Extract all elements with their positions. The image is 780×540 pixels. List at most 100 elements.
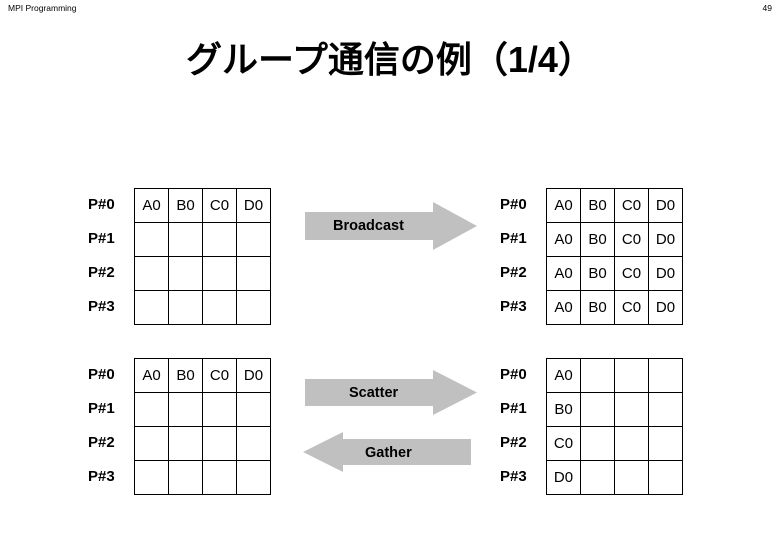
process-label: P#0 (88, 366, 115, 383)
process-label: P#2 (500, 434, 527, 451)
data-cell (615, 461, 649, 495)
data-cell: B0 (169, 359, 203, 393)
data-cell (237, 291, 271, 325)
data-cell (581, 359, 615, 393)
broadcast-arrow: Broadcast (305, 202, 477, 250)
data-cell: B0 (581, 189, 615, 223)
data-grid: A0 B0 C0 D0 (546, 358, 683, 495)
data-cell: B0 (169, 189, 203, 223)
table-row (135, 461, 271, 495)
data-cell (649, 393, 683, 427)
data-cell (649, 359, 683, 393)
data-cell: D0 (649, 291, 683, 325)
scatter-arrow-label: Scatter (349, 385, 399, 401)
header-course-title: MPI Programming (8, 3, 77, 13)
data-cell: A0 (547, 291, 581, 325)
data-cell (169, 461, 203, 495)
data-cell (237, 223, 271, 257)
table-row: B0 (547, 393, 683, 427)
data-cell: A0 (135, 189, 169, 223)
data-cell (581, 393, 615, 427)
data-cell: C0 (547, 427, 581, 461)
data-cell: C0 (203, 189, 237, 223)
table-row: A0 B0 C0 D0 (135, 359, 271, 393)
data-cell (135, 257, 169, 291)
data-cell: D0 (237, 359, 271, 393)
table-row (135, 223, 271, 257)
data-cell (237, 393, 271, 427)
data-cell: D0 (649, 257, 683, 291)
table-row (135, 291, 271, 325)
data-cell: A0 (547, 189, 581, 223)
table-row: A0 B0 C0 D0 (547, 223, 683, 257)
process-label: P#1 (500, 400, 527, 417)
table-row: A0 B0 C0 D0 (547, 257, 683, 291)
scatter-result-table: P#0 P#1 P#2 P#3 A0 B0 C0 D0 (500, 358, 683, 495)
data-cell (237, 461, 271, 495)
scatter-result-process-labels: P#0 P#1 P#2 P#3 (500, 358, 546, 494)
process-label: P#3 (88, 468, 115, 485)
process-label: P#3 (88, 298, 115, 315)
broadcast-source-process-labels: P#0 P#1 P#2 P#3 (88, 188, 134, 324)
data-cell: A0 (135, 359, 169, 393)
data-cell (169, 291, 203, 325)
data-cell: C0 (615, 291, 649, 325)
data-grid: A0 B0 C0 D0 (134, 358, 271, 495)
table-row: A0 B0 C0 D0 (547, 189, 683, 223)
data-cell (203, 257, 237, 291)
data-cell: D0 (649, 223, 683, 257)
process-label: P#0 (500, 366, 527, 383)
data-cell (203, 461, 237, 495)
process-label: P#2 (88, 434, 115, 451)
table-row: A0 B0 C0 D0 (135, 189, 271, 223)
process-label: P#1 (500, 230, 527, 247)
broadcast-result-table: P#0 P#1 P#2 P#3 A0 B0 C0 D0 A0 B0 C0 D0 … (500, 188, 683, 325)
data-cell: C0 (615, 189, 649, 223)
process-label: P#1 (88, 400, 115, 417)
data-cell (649, 461, 683, 495)
page-title: グループ通信の例（1/4） (186, 39, 594, 80)
process-label: P#3 (500, 298, 527, 315)
header-divider (0, 19, 780, 20)
data-cell (203, 393, 237, 427)
table-row (135, 257, 271, 291)
gather-arrow: Gather (303, 432, 471, 472)
data-cell (581, 461, 615, 495)
broadcast-result-process-labels: P#0 P#1 P#2 P#3 (500, 188, 546, 324)
data-cell (615, 359, 649, 393)
data-cell (135, 223, 169, 257)
process-label: P#1 (88, 230, 115, 247)
data-cell (135, 461, 169, 495)
data-cell: B0 (581, 257, 615, 291)
data-cell: C0 (615, 223, 649, 257)
table-row (135, 393, 271, 427)
scatter-source-table: P#0 P#1 P#2 P#3 A0 B0 C0 D0 (88, 358, 271, 495)
data-cell (203, 291, 237, 325)
process-label: P#2 (500, 264, 527, 281)
data-cell (135, 427, 169, 461)
data-grid: A0 B0 C0 D0 (134, 188, 271, 325)
data-cell (203, 427, 237, 461)
data-cell (169, 427, 203, 461)
data-cell: D0 (649, 189, 683, 223)
data-cell (615, 393, 649, 427)
data-cell: A0 (547, 223, 581, 257)
data-grid: A0 B0 C0 D0 A0 B0 C0 D0 A0 B0 C0 D0 A0 B… (546, 188, 683, 325)
table-row: A0 B0 C0 D0 (547, 291, 683, 325)
data-cell: D0 (237, 189, 271, 223)
table-row (135, 427, 271, 461)
data-cell (615, 427, 649, 461)
data-cell: B0 (547, 393, 581, 427)
data-cell (169, 223, 203, 257)
table-row: C0 (547, 427, 683, 461)
data-cell: C0 (615, 257, 649, 291)
data-cell: C0 (203, 359, 237, 393)
gather-arrow-label: Gather (365, 445, 412, 461)
process-label: P#0 (500, 196, 527, 213)
data-cell: B0 (581, 223, 615, 257)
data-cell: D0 (547, 461, 581, 495)
data-cell (135, 393, 169, 427)
data-cell (169, 393, 203, 427)
data-cell (649, 427, 683, 461)
broadcast-source-table: P#0 P#1 P#2 P#3 A0 B0 C0 D0 (88, 188, 271, 325)
